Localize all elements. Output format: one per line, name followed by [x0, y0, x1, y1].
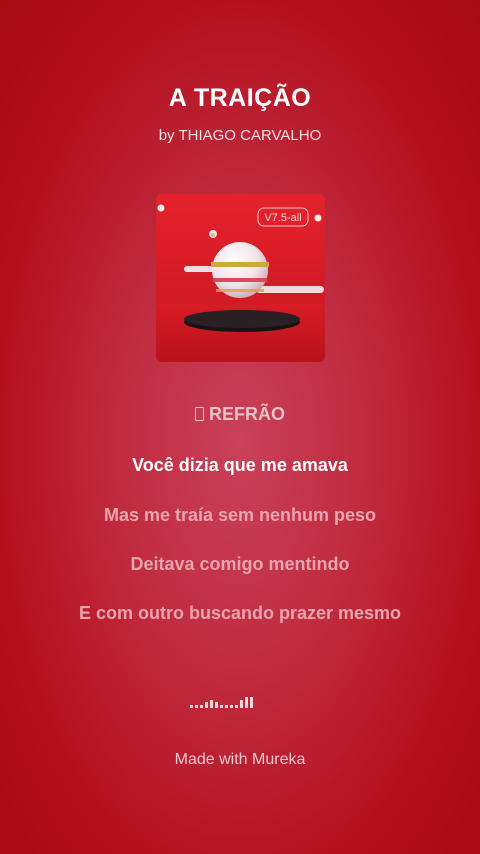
lyric-line-active: Você dizia que me amava [132, 455, 348, 475]
waveform-bar [200, 705, 203, 708]
lyric-line: Deitava comigo mentindo [130, 554, 350, 574]
waveform-bar [190, 705, 193, 708]
lyric-line: Mas me traía sem nenhum peso [103, 505, 377, 525]
waveform-bar [240, 700, 243, 708]
waveform-bar [235, 705, 238, 708]
waveform-bar [220, 705, 223, 708]
waveform-bar [225, 705, 228, 708]
music-note-icon [195, 407, 204, 421]
version-badge-label: V7.5-all [264, 212, 301, 224]
waveform-bar [230, 705, 233, 708]
lyric-line: E com outro buscando prazer mesmo [78, 603, 402, 623]
lyrics-section-label: REFRÃO [0, 404, 480, 425]
waveform-bar [245, 697, 248, 708]
artist-name: by THIAGO CARVALHO [158, 127, 322, 144]
album-cover: V7.5-all [156, 194, 325, 362]
section-label-text: REFRÃO [209, 404, 285, 424]
made-with-credit: Made with Mureka [174, 751, 306, 768]
song-title: A TRAIÇÃO [168, 84, 312, 112]
waveform-bar [195, 705, 198, 708]
lyric-video-screen: A TRAIÇÃO by THIAGO CARVALHO V7.5-all RE… [0, 0, 480, 854]
audio-waveform-icon [190, 694, 253, 708]
waveform-bar [210, 700, 213, 708]
waveform-bar [215, 702, 218, 708]
waveform-bar [205, 702, 208, 708]
waveform-bar [250, 697, 253, 708]
